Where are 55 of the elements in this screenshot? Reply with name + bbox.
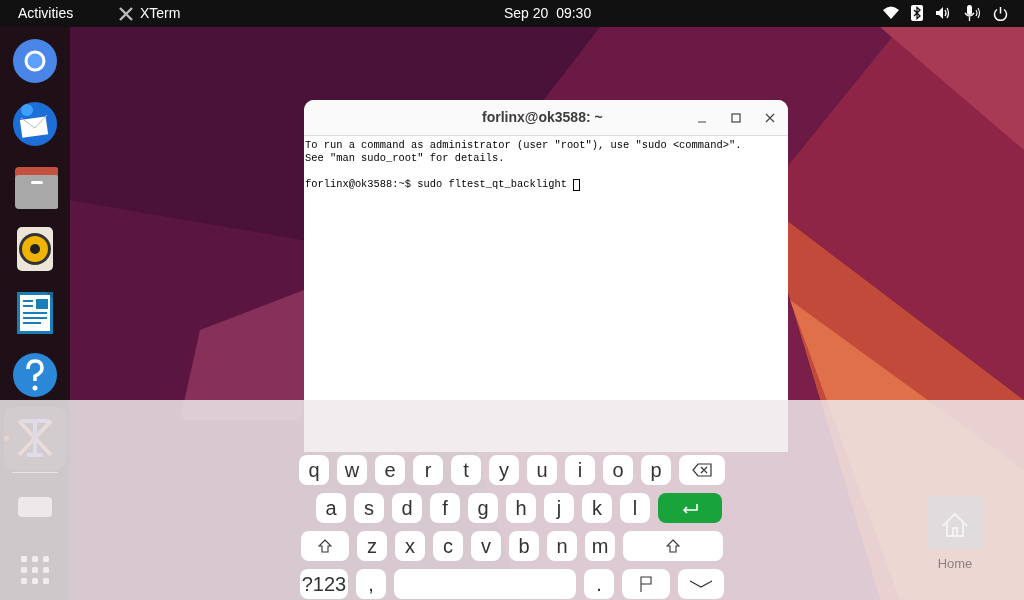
key[interactable]: t <box>451 455 481 485</box>
key[interactable]: o <box>603 455 633 485</box>
key[interactable]: j <box>544 493 574 523</box>
volume-icon[interactable] <box>935 6 951 20</box>
activities-button[interactable]: Activities <box>18 3 108 24</box>
bird-envelope-icon <box>12 101 58 149</box>
key[interactable]: v <box>471 531 501 561</box>
flag-icon <box>639 576 653 592</box>
key[interactable]: a <box>316 493 346 523</box>
key[interactable]: . <box>584 569 614 599</box>
key[interactable]: i <box>565 455 595 485</box>
key[interactable]: b <box>509 531 539 561</box>
key[interactable]: g <box>468 493 498 523</box>
key[interactable]: y <box>489 455 519 485</box>
key[interactable]: h <box>506 493 536 523</box>
backspace-icon <box>692 463 712 477</box>
key[interactable]: m <box>585 531 615 561</box>
bluetooth-icon[interactable] <box>911 5 923 21</box>
key[interactable] <box>622 569 670 599</box>
microphone-icon[interactable] <box>963 5 981 21</box>
key[interactable]: ?123 <box>300 569 348 599</box>
terminal-line: To run a command as administrator (user "root"), use "sudo <command>". <box>305 139 742 152</box>
text-cursor <box>573 178 581 191</box>
enter-icon <box>680 502 700 514</box>
key[interactable]: r <box>413 455 443 485</box>
key[interactable]: n <box>547 531 577 561</box>
clock[interactable]: Sep 20 09:30 <box>504 3 592 24</box>
key[interactable]: x <box>395 531 425 561</box>
key[interactable]: u <box>527 455 557 485</box>
key[interactable] <box>301 531 349 561</box>
key[interactable]: p <box>641 455 671 485</box>
key[interactable]: s <box>354 493 384 523</box>
key[interactable]: e <box>375 455 405 485</box>
power-icon[interactable] <box>993 5 1008 21</box>
key[interactable]: q <box>299 455 329 485</box>
shift-icon <box>318 539 332 553</box>
terminal-line: See "man sudo_root" for details. <box>305 152 505 165</box>
chevron-down-icon <box>689 579 713 589</box>
key[interactable]: z <box>357 531 387 561</box>
key[interactable]: c <box>433 531 463 561</box>
shift-icon <box>666 539 680 553</box>
key[interactable]: k <box>582 493 612 523</box>
x-logo-icon <box>118 5 134 22</box>
key[interactable] <box>679 455 725 485</box>
key[interactable]: l <box>620 493 650 523</box>
key[interactable]: , <box>356 569 386 599</box>
window-title: forlinx@ok3588: ~ <box>482 108 603 127</box>
wifi-icon[interactable] <box>883 6 899 20</box>
key[interactable]: f <box>430 493 460 523</box>
key[interactable]: d <box>392 493 422 523</box>
terminal-line: forlinx@ok3588:~$ sudo fltest_qt_backlight <box>305 178 568 191</box>
key[interactable]: w <box>337 455 367 485</box>
question-mark-icon <box>12 351 58 400</box>
key[interactable] <box>678 569 724 599</box>
app-menu[interactable]: XTerm <box>118 3 181 24</box>
